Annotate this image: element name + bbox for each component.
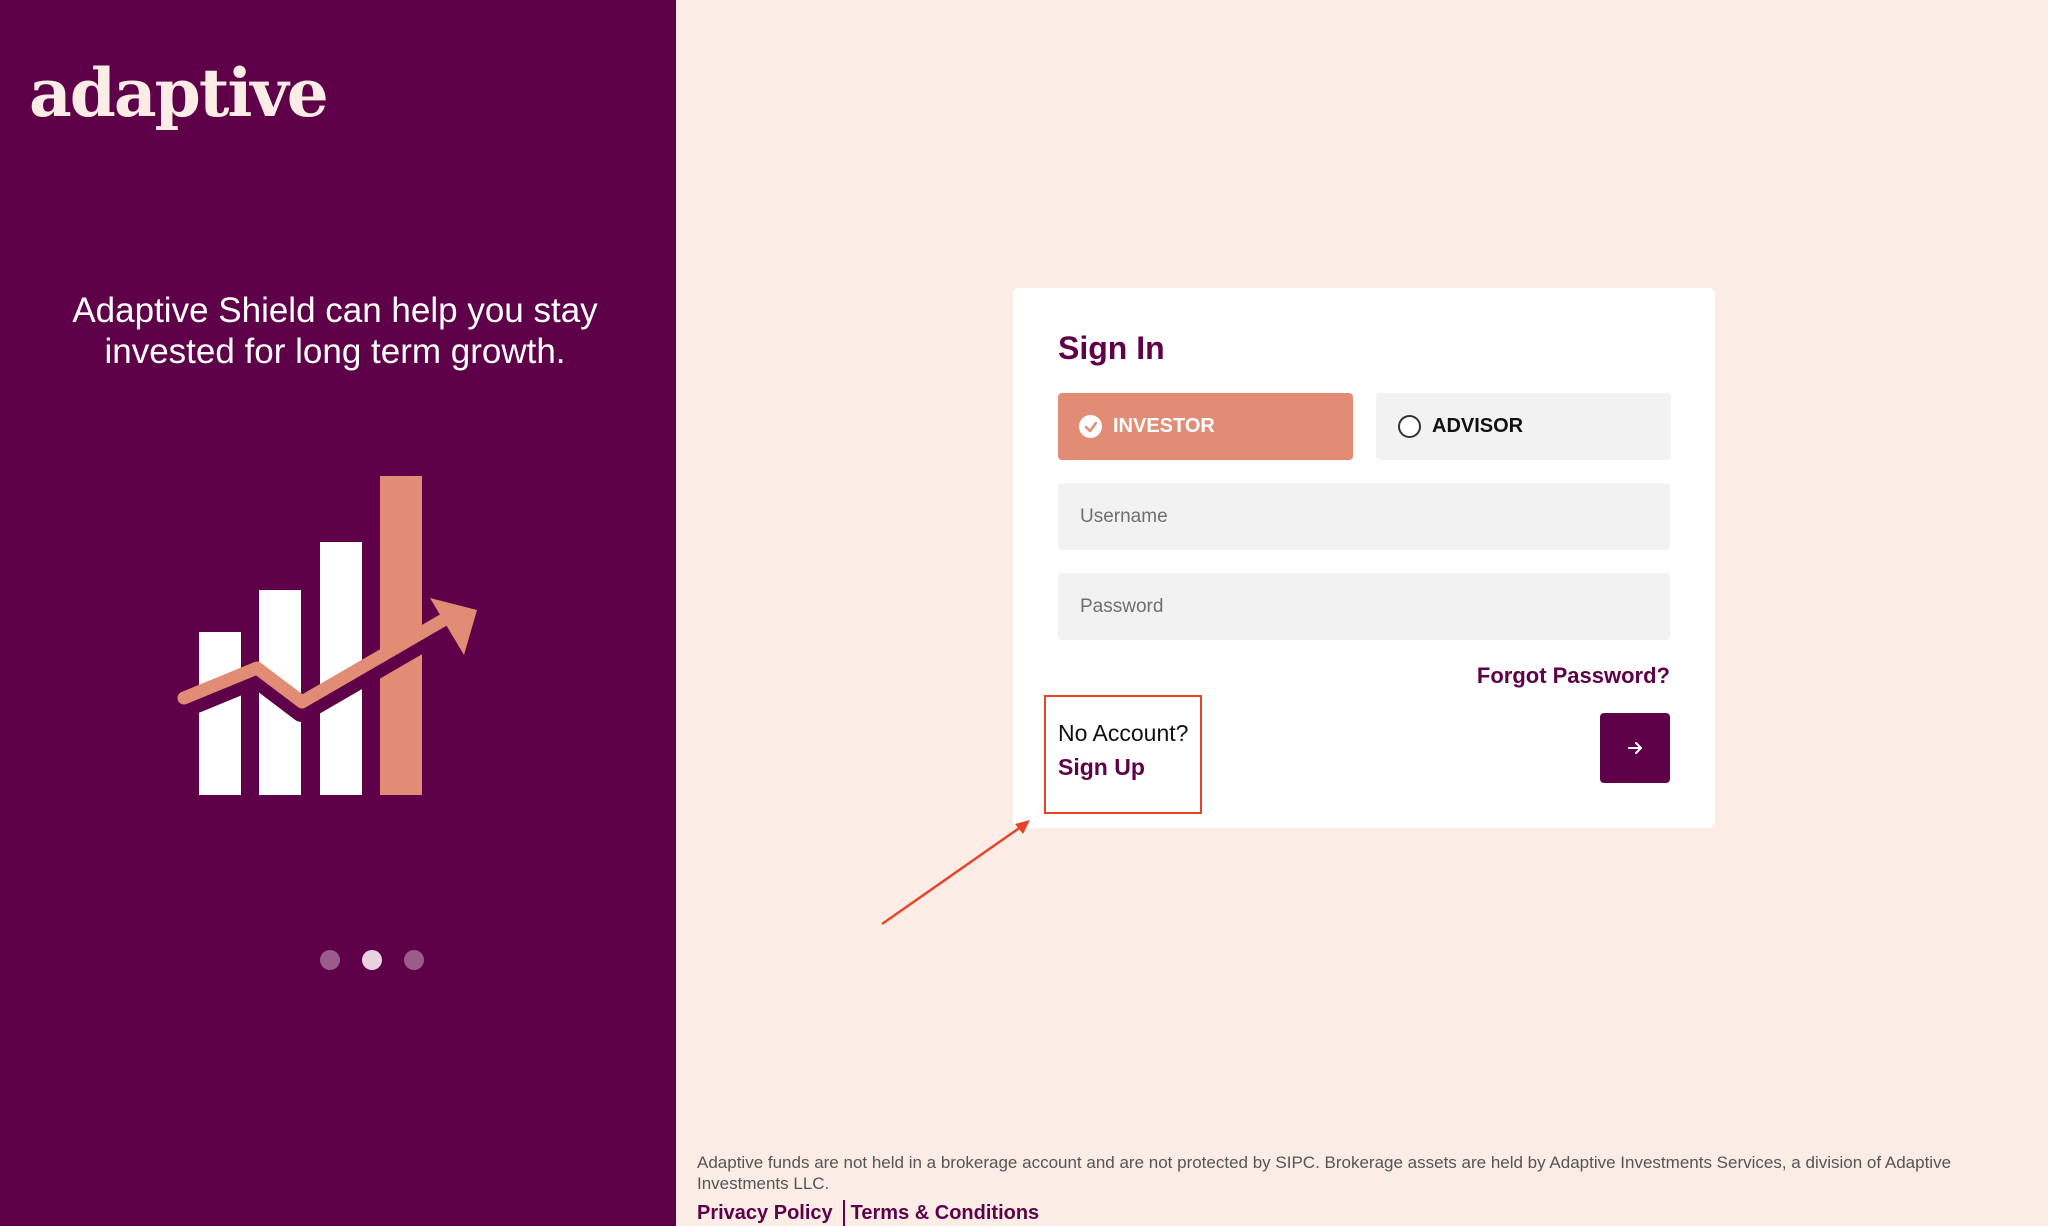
hero-panel: adaptive Adaptive Shield can help you st… [0,0,676,1226]
annotation-arrow-icon [881,820,1030,926]
bar-chart-growth-arrow-icon [177,476,477,795]
password-input[interactable] [1058,573,1670,640]
logo: adaptive [29,54,329,132]
role-advisor-button[interactable]: ADVISOR [1376,393,1671,460]
arrow-right-icon [1628,742,1642,754]
forgot-password-link[interactable]: Forgot Password? [1477,663,1670,689]
radio-icon [1398,415,1421,438]
check-circle-icon [1079,415,1102,438]
annotation-highlight-box [1044,695,1202,814]
page-title: Sign In [1058,330,1165,366]
carousel-dots [320,950,424,970]
username-input[interactable] [1058,483,1670,550]
submit-button[interactable] [1600,713,1670,783]
footer-divider [842,1200,845,1226]
footer-disclaimer: Adaptive funds are not held in a brokera… [697,1153,1952,1193]
carousel-dot[interactable] [404,950,424,970]
footer-links: Privacy Policy Terms & Conditions [697,1200,1039,1226]
carousel-dot[interactable] [320,950,340,970]
terms-conditions-link[interactable]: Terms & Conditions [851,1202,1040,1225]
role-investor-label: INVESTOR [1113,415,1215,437]
role-investor-button[interactable]: INVESTOR [1058,393,1353,460]
carousel-dot-active[interactable] [362,950,382,970]
privacy-policy-link[interactable]: Privacy Policy [697,1202,833,1225]
role-advisor-label: ADVISOR [1432,415,1524,437]
hero-tagline: Adaptive Shield can help you stay invest… [72,291,598,371]
